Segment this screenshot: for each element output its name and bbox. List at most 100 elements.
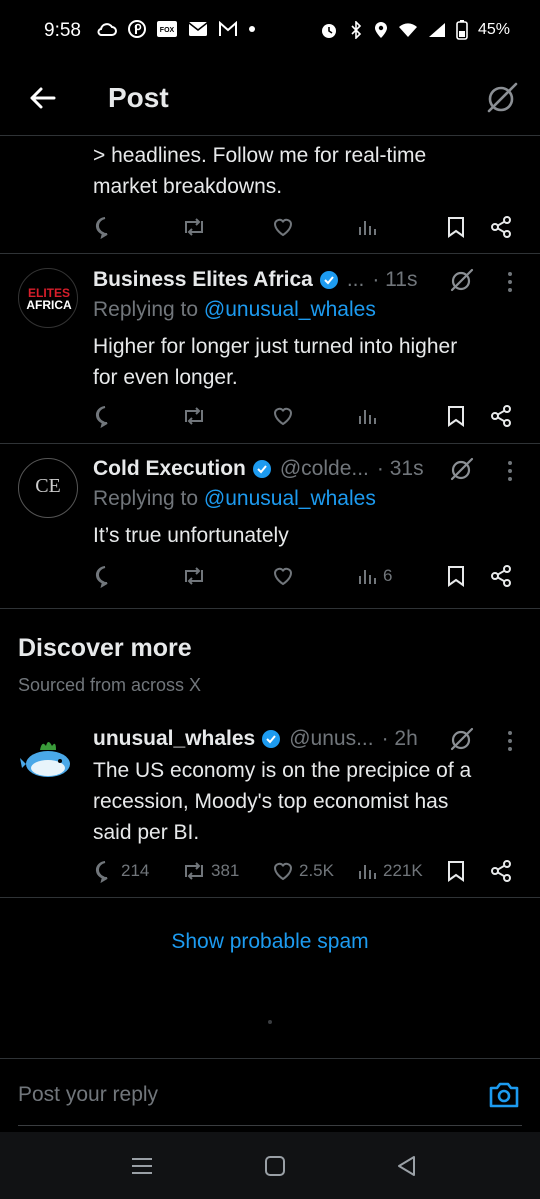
reply-icon (96, 566, 108, 588)
reply-input-underline (18, 1125, 522, 1126)
page-title: Post (108, 82, 169, 113)
share-icon (491, 216, 511, 238)
views-icon (359, 221, 376, 235)
tweet-actions: 6 (93, 561, 518, 591)
notification-icons: FOX (96, 20, 256, 38)
repost-icon (185, 567, 203, 585)
tweet-text: It’s true unfortunately (93, 520, 289, 551)
back-nav-icon[interactable] (394, 1154, 420, 1178)
bookmark-button[interactable] (445, 561, 467, 591)
mail-icon (188, 22, 208, 36)
grok-icon[interactable] (449, 267, 475, 293)
camera-button[interactable] (488, 1079, 520, 1111)
grok-icon (487, 82, 518, 113)
repost-button[interactable] (181, 212, 207, 242)
discover-more-subtitle: Sourced from across X (18, 675, 202, 695)
reply-icon (96, 406, 108, 428)
views-button[interactable]: 221K (357, 856, 423, 886)
author-handle: ... (346, 268, 365, 291)
bluetooth-icon (351, 21, 362, 39)
more-options-icon[interactable] (504, 270, 516, 294)
reply-icon (96, 217, 108, 239)
divider (0, 608, 540, 609)
repost-button[interactable] (181, 561, 207, 591)
signal-icon (428, 23, 445, 37)
svg-text:FOX: FOX (160, 27, 175, 34)
replying-to-label: Replying to (93, 487, 204, 510)
tweet-header: Cold Execution @colde... · 31s (93, 454, 424, 484)
share-button[interactable] (489, 856, 513, 886)
grok-icon[interactable] (449, 726, 475, 752)
more-options-icon[interactable] (504, 729, 516, 753)
tweet-text: Higher for longer just turned into highe… (93, 331, 457, 393)
avatar[interactable]: ELITES AFRICA (18, 268, 78, 328)
repost-button[interactable]: 381 (181, 856, 239, 886)
reply-input[interactable]: Post your reply (18, 1083, 158, 1107)
tweet-text-line: market breakdowns. (93, 175, 283, 198)
like-button[interactable] (271, 401, 295, 431)
more-options-icon[interactable] (504, 459, 516, 483)
verified-badge-icon (252, 460, 271, 478)
grok-icon[interactable] (449, 456, 475, 482)
reply-button[interactable]: 214 (93, 856, 149, 886)
tweet-text-line: for even longer. (93, 366, 238, 389)
author-name[interactable]: Business Elites Africa (93, 268, 313, 292)
back-button[interactable] (22, 80, 62, 116)
share-button[interactable] (489, 401, 513, 431)
replying-to: Replying to @unusual_whales (93, 487, 376, 511)
views-button[interactable]: 6 (357, 561, 392, 591)
home-icon[interactable] (262, 1154, 288, 1178)
bookmark-button[interactable] (445, 401, 467, 431)
avatar[interactable]: CE (18, 458, 78, 518)
grok-button[interactable] (484, 80, 520, 116)
tweet-text-line: The US economy is on the precipice of a (93, 759, 472, 782)
mention-link[interactable]: @unusual_whales (204, 298, 376, 321)
battery-percent: 45% (477, 21, 510, 38)
recent-apps-icon[interactable] (129, 1154, 155, 1178)
pinterest-icon (128, 20, 146, 38)
tweet-text: The US economy is on the precipice of a … (93, 755, 471, 848)
tweet-time: · 11s (372, 268, 418, 291)
repost-icon (185, 862, 203, 880)
system-icons: 45% (320, 20, 510, 40)
reply-button[interactable] (93, 212, 117, 242)
system-navigation-bar (0, 1132, 540, 1199)
status-bar: 9:58 FOX 45% (0, 0, 540, 62)
like-button[interactable]: 2.5K (271, 856, 334, 886)
bookmark-button[interactable] (445, 856, 467, 886)
reply-button[interactable] (93, 401, 117, 431)
battery-icon (456, 20, 468, 40)
divider (0, 897, 540, 898)
author-name[interactable]: Cold Execution (93, 457, 246, 481)
bookmark-icon (448, 861, 464, 882)
repost-button[interactable] (181, 401, 207, 431)
share-icon (491, 405, 511, 427)
views-button[interactable] (357, 212, 379, 242)
tweet-actions (93, 401, 518, 431)
like-button[interactable] (271, 212, 295, 242)
share-button[interactable] (489, 212, 513, 242)
discover-more-title: Discover more (18, 634, 192, 662)
share-button[interactable] (489, 561, 513, 591)
replying-to: Replying to @unusual_whales (93, 298, 376, 322)
tweet-time: · 2h (381, 727, 418, 750)
repost-icon (185, 407, 203, 425)
location-icon (374, 22, 387, 38)
avatar-logo-text: CE (35, 475, 61, 497)
mention-link[interactable]: @unusual_whales (204, 487, 376, 510)
loading-dot (268, 1020, 272, 1024)
bookmark-button[interactable] (445, 212, 467, 242)
reply-composer: Post your reply (0, 1058, 540, 1132)
reply-button[interactable] (93, 561, 117, 591)
heart-icon (273, 567, 293, 586)
like-button[interactable] (271, 561, 295, 591)
divider (0, 443, 540, 444)
show-probable-spam-link[interactable]: Show probable spam (0, 930, 540, 954)
author-name[interactable]: unusual_whales (93, 727, 255, 751)
avatar-logo-text: ELITES AFRICA (19, 287, 77, 311)
bookmark-icon (448, 406, 464, 427)
views-button[interactable] (357, 401, 379, 431)
divider (0, 253, 540, 254)
tweet-text-line: said per BI. (93, 821, 200, 844)
avatar[interactable] (18, 728, 78, 788)
